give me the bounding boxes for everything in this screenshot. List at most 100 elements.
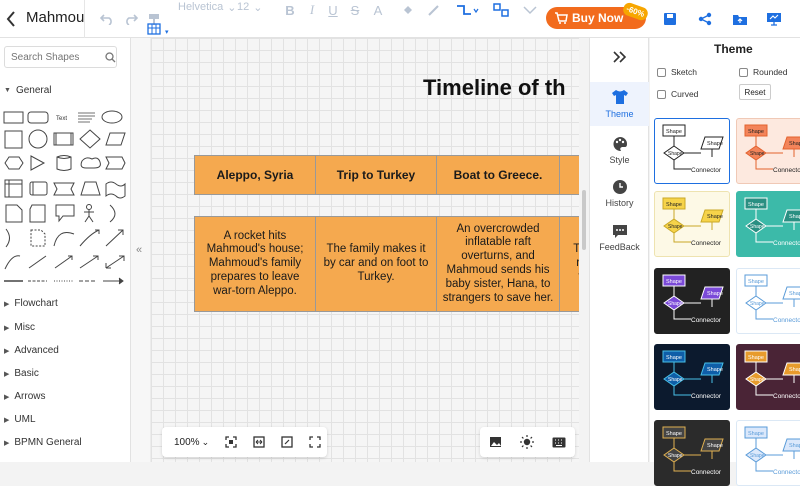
fill-color-icon[interactable] xyxy=(400,0,416,20)
italic-icon[interactable]: I xyxy=(304,0,320,20)
brightness-icon[interactable] xyxy=(520,435,534,449)
header-cell-greece[interactable]: Boat to Greece. xyxy=(436,155,560,195)
fullscreen-icon[interactable] xyxy=(309,436,321,448)
theme-thumbnail-1[interactable]: Shape Shape Shape Connector xyxy=(654,118,730,184)
caret-right-icon: ▶ xyxy=(4,370,10,378)
save-icon[interactable] xyxy=(660,0,680,38)
body-cell-turkey[interactable]: The family makes it by car and on foot t… xyxy=(315,216,437,312)
nav-history[interactable]: History xyxy=(590,179,649,208)
category-flowchart[interactable]: ▶ Flowchart xyxy=(4,298,58,309)
buy-now-button[interactable]: Buy Now -60% xyxy=(546,1,650,29)
search-shapes-input[interactable] xyxy=(4,46,117,68)
category-misc[interactable]: ▶ Misc xyxy=(4,322,35,333)
expand-panel-icon[interactable] xyxy=(612,50,628,69)
sketch-checkbox[interactable] xyxy=(657,67,666,77)
line-color-icon[interactable] xyxy=(426,0,442,20)
shape-library-grid[interactable]: Text xyxy=(2,106,128,286)
diagram-canvas[interactable]: Timeline of th Aleppo, Syria Trip to Tur… xyxy=(151,38,579,462)
share-icon[interactable] xyxy=(695,0,715,38)
present-icon[interactable] xyxy=(764,0,784,38)
underline-icon[interactable]: U xyxy=(325,0,341,20)
chevron-down-icon[interactable]: ▾ xyxy=(165,28,169,36)
category-uml[interactable]: ▶ UML xyxy=(4,414,36,425)
fit-page-icon[interactable] xyxy=(225,436,237,448)
rounded-checkbox[interactable] xyxy=(739,67,748,77)
font-color-icon[interactable]: A xyxy=(370,0,386,20)
nav-theme[interactable]: Theme xyxy=(590,82,649,126)
theme-thumbnail-10[interactable]: Shape Shape Shape Connector xyxy=(736,420,800,486)
body-cell-greece[interactable]: An overcrowded inflatable raft overturns… xyxy=(436,216,560,312)
body-cell-next[interactable]: T th ref th xyxy=(559,216,579,312)
theme-thumbnail-3[interactable]: Shape Shape Shape Connector xyxy=(654,191,730,257)
cart-icon xyxy=(555,12,568,24)
header-cell-aleppo[interactable]: Aleppo, Syria xyxy=(194,155,316,195)
caret-right-icon: ▶ xyxy=(4,393,10,401)
more-tools-icon[interactable] xyxy=(520,0,540,20)
category-label: BPMN General xyxy=(14,437,82,448)
category-label: Flowchart xyxy=(14,298,58,309)
svg-text:Connector: Connector xyxy=(773,469,800,476)
theme-thumbnail-5[interactable]: Shape Shape Shape Connector xyxy=(654,268,730,334)
redo-icon[interactable] xyxy=(120,0,142,38)
export-icon[interactable] xyxy=(730,0,750,38)
table-icon[interactable] xyxy=(144,20,164,38)
category-bpmn-general[interactable]: ▶ BPMN General xyxy=(4,437,82,448)
discount-badge: -60% xyxy=(621,1,650,22)
reset-button[interactable]: Reset xyxy=(739,84,771,100)
svg-text:Shape: Shape xyxy=(668,453,683,459)
bold-icon[interactable]: B xyxy=(282,0,298,20)
actual-size-icon[interactable] xyxy=(281,436,293,448)
svg-text:Connector: Connector xyxy=(691,167,722,174)
timeline-title[interactable]: Timeline of th xyxy=(423,75,566,101)
caret-right-icon: ▶ xyxy=(4,300,10,308)
body-cell-aleppo[interactable]: A rocket hits Mahmoud's house; Mahmoud's… xyxy=(194,216,316,312)
chevron-down-icon: ⌄ xyxy=(227,1,237,14)
canvas-scrollbar[interactable] xyxy=(582,190,586,250)
curved-option[interactable]: Curved xyxy=(657,89,698,99)
fit-width-icon[interactable] xyxy=(253,436,265,448)
keyboard-icon[interactable] xyxy=(552,437,566,448)
svg-text:Shape: Shape xyxy=(668,377,683,383)
document-title[interactable]: Mahmou xyxy=(26,9,84,26)
category-general[interactable]: ▼ General xyxy=(4,85,52,96)
svg-text:Shape: Shape xyxy=(789,214,800,220)
back-icon[interactable] xyxy=(4,9,20,29)
image-icon[interactable] xyxy=(489,436,502,448)
sketch-option[interactable]: Sketch xyxy=(657,67,697,77)
svg-text:Shape: Shape xyxy=(748,279,764,285)
svg-text:Connector: Connector xyxy=(773,167,800,174)
theme-thumbnail-8[interactable]: Shape Shape Shape Connector xyxy=(736,344,800,410)
option-label: Sketch xyxy=(671,67,697,77)
nav-style[interactable]: Style xyxy=(590,136,649,165)
category-arrows[interactable]: ▶ Arrows xyxy=(4,391,46,402)
svg-text:Connector: Connector xyxy=(691,393,722,400)
svg-text:Shape: Shape xyxy=(707,443,723,449)
theme-thumbnail-4[interactable]: Shape Shape Shape Connector xyxy=(736,191,800,257)
top-toolbar: Mahmou Helvetica ⌄ 12 ⌄ B I U S A ▾ Buy No… xyxy=(0,0,800,38)
connector-style-icon[interactable] xyxy=(454,0,480,20)
collapse-panel-handle[interactable]: « xyxy=(131,38,151,462)
category-label: Misc xyxy=(14,322,35,333)
font-family-select[interactable]: Helvetica ⌄ xyxy=(178,0,236,14)
theme-thumbnail-9[interactable]: Shape Shape Shape Connector xyxy=(654,420,730,486)
curved-checkbox[interactable] xyxy=(657,89,666,99)
theme-thumbnail-7[interactable]: Shape Shape Shape Connector xyxy=(654,344,730,410)
svg-text:Shape: Shape xyxy=(666,202,682,208)
search-icon[interactable] xyxy=(105,52,116,63)
rounded-option[interactable]: Rounded xyxy=(739,67,788,77)
zoom-select[interactable]: 100% ⌄ xyxy=(174,437,209,448)
svg-text:Shape: Shape xyxy=(789,291,800,297)
undo-icon[interactable] xyxy=(96,0,118,38)
header-cell-turkey[interactable]: Trip to Turkey xyxy=(315,155,437,195)
category-label: General xyxy=(15,85,52,96)
category-basic[interactable]: ▶ Basic xyxy=(4,368,39,379)
theme-thumbnail-2[interactable]: Shape Shape Shape Connector xyxy=(736,118,800,184)
svg-text:Connector: Connector xyxy=(773,240,800,247)
header-cell-next[interactable] xyxy=(559,155,579,195)
theme-thumbnail-6[interactable]: Shape Shape Shape Connector xyxy=(736,268,800,334)
arrange-icon[interactable] xyxy=(490,0,512,20)
category-advanced[interactable]: ▶ Advanced xyxy=(4,345,59,356)
nav-feedback[interactable]: FeedBack xyxy=(590,224,649,252)
strikethrough-icon[interactable]: S xyxy=(347,0,363,20)
font-size-select[interactable]: 12 ⌄ xyxy=(237,0,262,14)
